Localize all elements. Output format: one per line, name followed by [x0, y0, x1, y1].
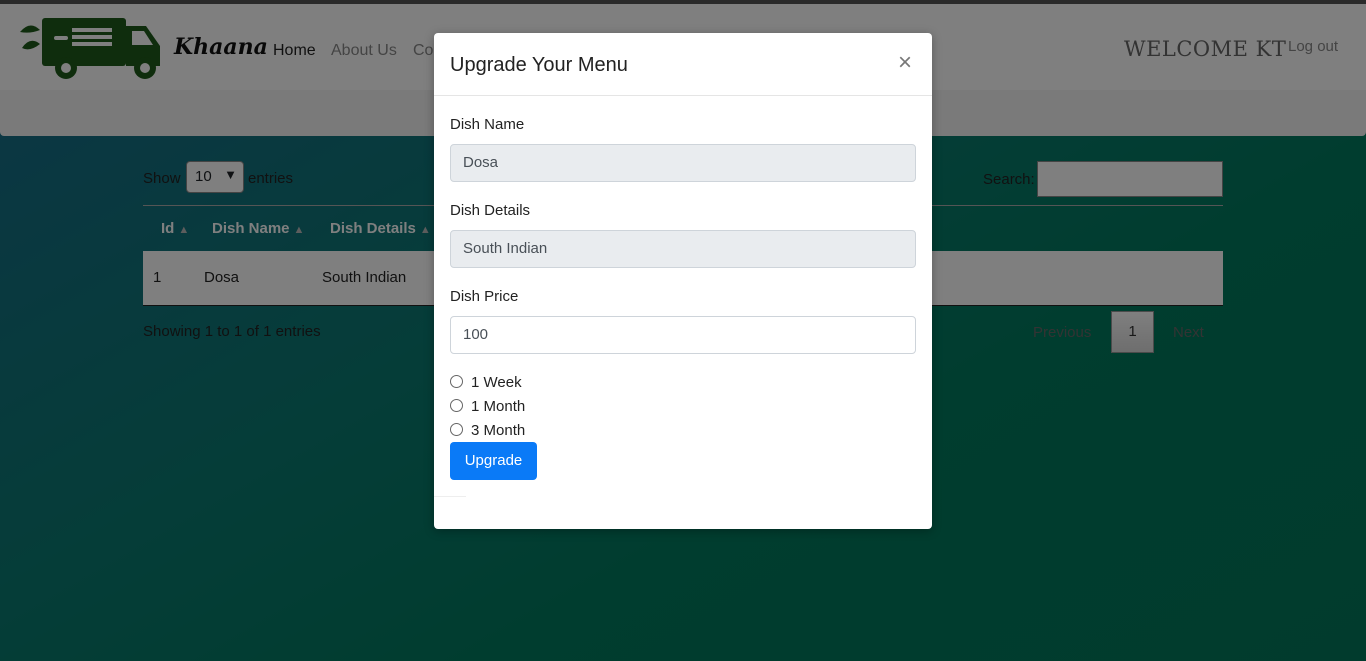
- option-3-month[interactable]: 3 Month: [450, 422, 525, 442]
- divider: [434, 496, 466, 497]
- dish-price-field[interactable]: 100: [450, 316, 916, 354]
- upgrade-button[interactable]: Upgrade: [450, 442, 537, 480]
- dish-name-label: Dish Name: [450, 116, 525, 133]
- radio-button[interactable]: [450, 399, 463, 412]
- radio-button[interactable]: [450, 423, 463, 436]
- option-label: 3 Month: [471, 422, 526, 439]
- option-1-month[interactable]: 1 Month: [450, 398, 525, 418]
- option-label: 1 Month: [471, 398, 526, 415]
- dish-details-label: Dish Details: [450, 202, 531, 219]
- dish-price-label: Dish Price: [450, 288, 519, 305]
- modal-title: Upgrade Your Menu: [450, 54, 628, 76]
- dish-name-field[interactable]: Dosa: [450, 144, 916, 182]
- modal-header: Upgrade Your Menu ×: [434, 33, 932, 96]
- close-icon[interactable]: ×: [898, 49, 912, 77]
- radio-button[interactable]: [450, 375, 463, 388]
- upgrade-menu-modal: Upgrade Your Menu × Dish Name Dosa Dish …: [434, 33, 932, 529]
- dish-details-field[interactable]: South Indian: [450, 230, 916, 268]
- option-1-week[interactable]: 1 Week: [450, 374, 522, 394]
- option-label: 1 Week: [471, 374, 522, 391]
